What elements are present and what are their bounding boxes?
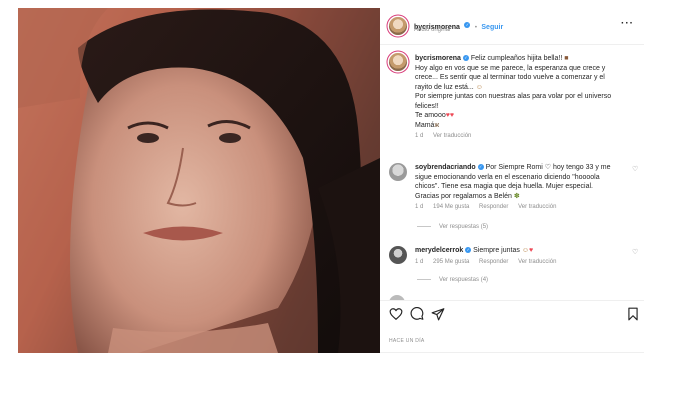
caption-translate-link[interactable]: Ver traducción [433, 133, 471, 139]
more-options-icon[interactable]: ··· [621, 18, 634, 29]
post-header: bycrismorena ✓ • Seguir Audio original ·… [380, 8, 644, 45]
comment-likes[interactable]: 295 Me gusta [433, 259, 469, 265]
sparkle-emoji-icon: ✽ [513, 192, 520, 200]
comment-translate-link[interactable]: Ver traducción [518, 259, 556, 265]
comment-like-heart-icon[interactable]: ♡ [632, 165, 638, 173]
replies-line [417, 225, 431, 227]
red-heart-icon: ♥ [528, 247, 534, 254]
comment-time: 1 d [415, 204, 424, 210]
caption-line: Hoy algo en vos que se me parece, la esp… [415, 64, 606, 72]
comment-avatar[interactable] [389, 163, 407, 181]
comment-time: 1 d [415, 258, 424, 265]
comment-translate-link[interactable]: Ver traducción [518, 204, 556, 210]
family-emoji-icon: ☺ [521, 247, 529, 254]
verified-icon: ✓ [462, 55, 469, 62]
caption-line: Mamá [415, 121, 435, 129]
butterfly-emoji-icon: ж [434, 121, 440, 129]
save-bookmark-icon[interactable] [626, 307, 640, 321]
cake-emoji-icon: ■ [564, 55, 569, 62]
view-replies-label: Ver respuestas (5) [439, 224, 489, 230]
caption-line: Te amooo [415, 112, 446, 119]
bottom-divider [380, 352, 644, 353]
comment-like-heart-icon[interactable]: ♡ [632, 248, 638, 256]
verified-icon: ✓ [465, 247, 472, 254]
action-bar [380, 300, 644, 321]
comment-bubble-icon[interactable] [410, 307, 424, 321]
comment-reply-button[interactable]: Responder [479, 204, 508, 210]
caption-avatar[interactable] [389, 53, 407, 71]
caption-line: crece... Es sentir que al terminar todo … [415, 74, 605, 81]
view-replies-button[interactable]: Ver respuestas (4) [417, 277, 488, 283]
like-heart-icon[interactable] [389, 307, 403, 321]
replies-line [417, 278, 431, 280]
share-send-icon[interactable] [431, 307, 445, 321]
comment-avatar[interactable] [389, 246, 407, 264]
caption-first-line: Feliz cumpleaños hijita bella!! [470, 55, 563, 62]
comment-text: Por Siempre Romi ♡ hoy tengo 33 y me [485, 164, 611, 171]
author-avatar[interactable] [389, 17, 407, 35]
caption-line: Por siempre juntas con nuestras alas par… [415, 93, 612, 100]
comment-reply-button[interactable]: Responder [479, 259, 508, 265]
caption-time: 1 d [415, 133, 424, 139]
separator-dot: • [474, 25, 477, 31]
caption-line: felices!! [415, 102, 439, 110]
verified-icon: ✓ [477, 164, 484, 171]
follow-button[interactable]: Seguir [481, 24, 503, 31]
comment-text: sigue emocionando verla en el escenario … [415, 173, 600, 181]
view-replies-label: Ver respuestas (4) [439, 277, 489, 283]
comment-text: chicos". Tiene esa magia que deja huella… [415, 183, 593, 190]
audio-label[interactable]: Audio original [414, 27, 450, 33]
post-side-panel: bycrismorena ✓ • Seguir Audio original ·… [380, 8, 644, 353]
family-emoji-icon: ☺ [475, 83, 483, 91]
caption-username[interactable]: bycrismorena [415, 55, 461, 62]
verified-icon: ✓ [464, 21, 471, 28]
comment-item: soybrendacriando ✓ Por Siempre Romi ♡ ho… [415, 163, 630, 210]
comment-username[interactable]: soybrendacriando [415, 164, 476, 171]
view-replies-button[interactable]: Ver respuestas (5) [417, 224, 488, 230]
post-photo-illustration [18, 8, 380, 353]
comment-text: Siempre juntas [473, 247, 520, 254]
caption: bycrismorena ✓ Feliz cumpleaños hijita b… [415, 54, 640, 139]
comment-item: merydelcerrok ✓ Siempre juntas ☺♥ 1 d 29… [415, 246, 630, 265]
caption-line: rayito de luz está... [415, 83, 474, 91]
post-date: HACE UN DÍA [389, 338, 425, 344]
red-heart-icon: ♥♥ [445, 112, 455, 119]
comment-likes[interactable]: 194 Me gusta [433, 204, 469, 210]
comment-username[interactable]: merydelcerrok [415, 247, 463, 254]
post-image[interactable] [18, 8, 380, 353]
comment-text: Gracias por regalarnos a Belén [415, 192, 512, 200]
